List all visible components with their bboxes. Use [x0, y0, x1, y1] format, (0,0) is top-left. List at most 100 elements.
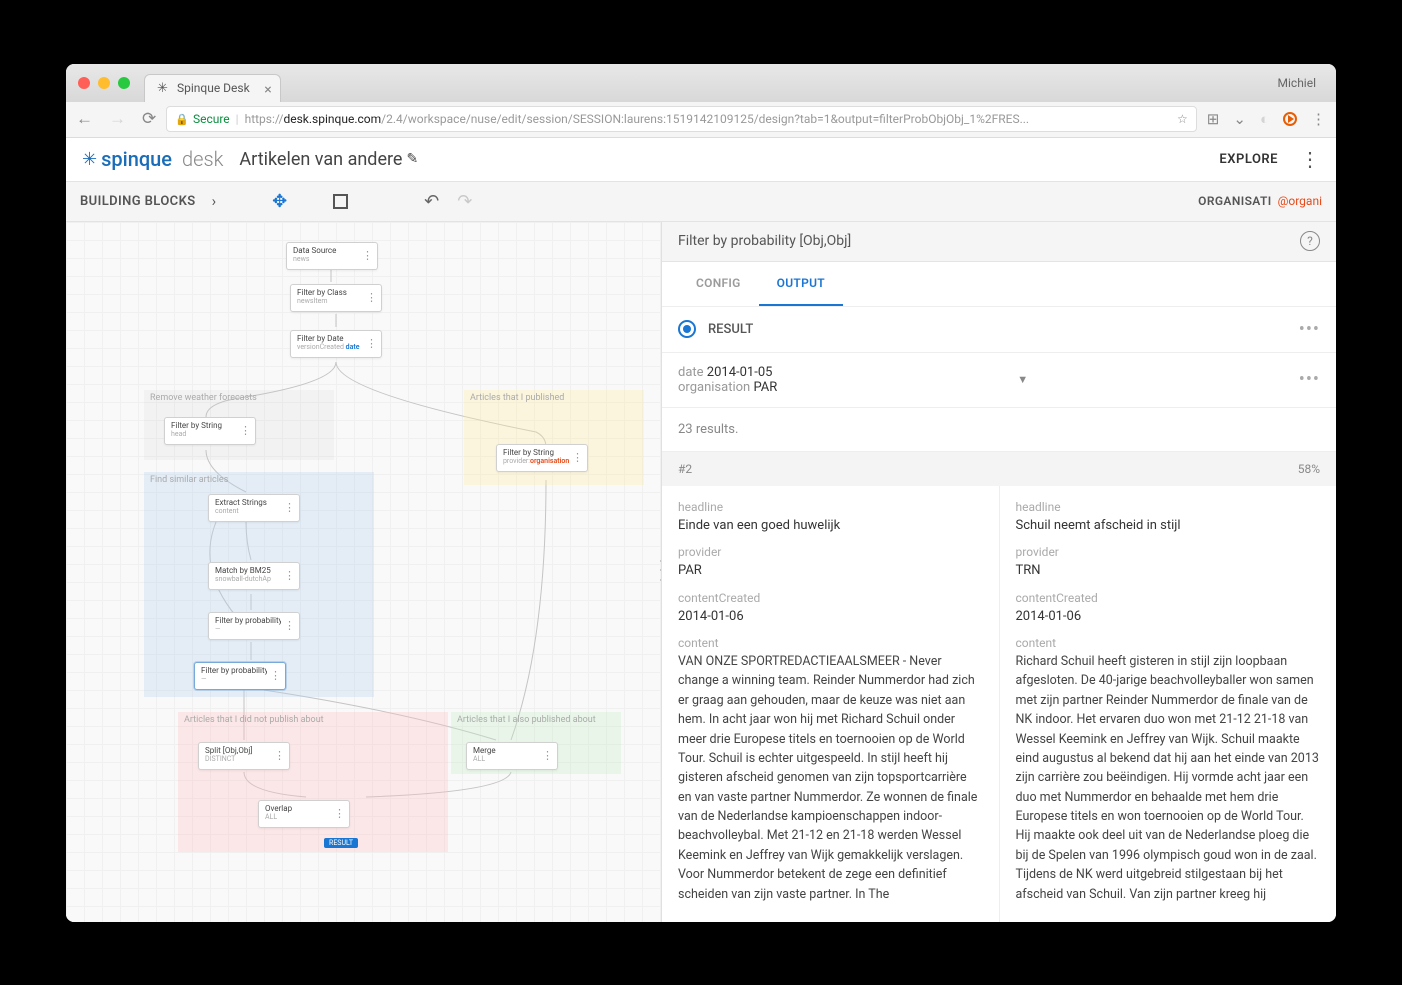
- move-tool-icon[interactable]: ✥: [272, 191, 287, 212]
- field-label: headline: [678, 500, 983, 514]
- provider-value: TRN: [1016, 561, 1321, 581]
- node-title: Filter by Class: [297, 288, 363, 297]
- node-title: Filter by probability...: [215, 616, 281, 625]
- filter-percent: 58%: [1298, 462, 1320, 476]
- node-match-bm25[interactable]: Match by BM25 snowball-dutchAp ⋮: [208, 562, 300, 590]
- node-sub: versionCreated date: [297, 343, 363, 351]
- chevron-down-icon[interactable]: ▼: [1017, 373, 1028, 386]
- mac-titlebar: ✳︎ Spinque Desk × Michiel: [66, 64, 1336, 102]
- bookmark-star-icon[interactable]: ☆: [1177, 112, 1188, 126]
- node-merge[interactable]: Merge ALL ⋮: [466, 742, 558, 770]
- param-date-key: date: [678, 365, 704, 380]
- field-label: provider: [1016, 545, 1321, 559]
- lock-icon: 🔒: [175, 113, 189, 126]
- node-sub: content: [215, 507, 281, 515]
- node-menu-icon[interactable]: ⋮: [362, 249, 373, 262]
- tab-close-icon[interactable]: ×: [264, 82, 271, 98]
- url-path: /2.4/workspace/nuse/edit/session/SESSION…: [381, 112, 1029, 126]
- node-menu-icon[interactable]: ⋮: [270, 669, 281, 682]
- field-label: provider: [678, 545, 983, 559]
- node-sub: newsItem: [297, 297, 363, 305]
- pocket-icon[interactable]: ⌄: [1233, 110, 1246, 128]
- node-menu-icon[interactable]: ⋮: [572, 451, 583, 464]
- node-data-source[interactable]: Data Source news ⋮: [286, 242, 378, 270]
- result-card: headline Einde van een goed huwelijk pro…: [662, 486, 1000, 922]
- select-tool-icon[interactable]: [333, 194, 348, 209]
- result-radio-icon[interactable]: [678, 320, 696, 338]
- help-icon[interactable]: ?: [1300, 231, 1320, 251]
- content-value: VAN ONZE SPORTREDACTIEAALSMEER - Never c…: [678, 652, 983, 904]
- profile-name[interactable]: Michiel: [1278, 76, 1324, 90]
- tab-output[interactable]: OUTPUT: [759, 262, 843, 306]
- region-label: Articles that I also published about: [457, 715, 596, 725]
- node-menu-icon[interactable]: ⋮: [542, 749, 553, 762]
- node-title: Filter by Date: [297, 334, 363, 343]
- node-filter-date[interactable]: Filter by Date versionCreated date ⋮: [290, 330, 382, 358]
- region-label: Remove weather forecasts: [150, 393, 257, 403]
- params-menu-icon[interactable]: •••: [1299, 369, 1320, 390]
- node-sub: ALL: [265, 813, 331, 821]
- redo-icon: ↷: [457, 191, 472, 212]
- extension-icon[interactable]: ⊞: [1207, 110, 1220, 128]
- browser-tab[interactable]: ✳︎ Spinque Desk ×: [144, 74, 281, 102]
- created-value: 2014-01-06: [1016, 607, 1321, 627]
- secure-label: Secure: [193, 112, 230, 126]
- resize-handle-icon[interactable]: [657, 557, 661, 585]
- undo-icon[interactable]: ↶: [424, 191, 439, 212]
- edit-icon[interactable]: ✎: [406, 151, 418, 167]
- ublock-icon[interactable]: [1283, 112, 1297, 126]
- url-scheme: https://: [245, 112, 284, 126]
- field-label: contentCreated: [1016, 591, 1321, 605]
- filter-number: #2: [678, 462, 692, 476]
- node-menu-icon[interactable]: ⋮: [366, 291, 377, 304]
- node-split[interactable]: Split [Obj,Obj] DISTINCT ⋮: [198, 742, 290, 770]
- app-menu-icon[interactable]: ⋮: [1300, 147, 1320, 171]
- explore-button[interactable]: EXPLORE: [1219, 152, 1278, 167]
- node-menu-icon[interactable]: ⋮: [240, 424, 251, 437]
- node-title: Match by BM25: [215, 566, 281, 575]
- node-overlap[interactable]: Overlap ALL ⋮: [258, 800, 350, 828]
- result-menu-icon[interactable]: •••: [1299, 319, 1320, 340]
- node-sub: —: [201, 675, 267, 683]
- result-card: headline Schuil neemt afscheid in stijl …: [1000, 486, 1337, 922]
- building-blocks-label: BUILDING BLOCKS: [80, 194, 196, 209]
- node-filter-string-head[interactable]: Filter by String head ⋮: [164, 417, 256, 445]
- panel-title: Filter by probability [Obj,Obj]: [678, 233, 851, 249]
- node-sub: head: [171, 430, 237, 438]
- minimize-window-icon[interactable]: [98, 77, 110, 89]
- reload-button[interactable]: ⟳: [142, 109, 156, 129]
- field-label: content: [1016, 636, 1321, 650]
- workspace-name: Artikelen van andere: [239, 149, 402, 170]
- param-date-value: 2014-01-05: [707, 365, 773, 380]
- region-not-published: Articles that I did not publish about: [178, 712, 448, 852]
- node-filter-string-org[interactable]: Filter by String provider:organisation ⋮: [496, 444, 588, 472]
- node-title: Filter by String: [171, 421, 237, 430]
- node-filter-prob-2[interactable]: Filter by probability... — ⋮: [194, 662, 286, 690]
- app-logo[interactable]: ✳︎ spinque desk: [82, 147, 223, 171]
- close-window-icon[interactable]: [78, 77, 90, 89]
- node-extract-strings[interactable]: Extract Strings content ⋮: [208, 494, 300, 522]
- back-button[interactable]: ←: [76, 109, 93, 129]
- node-title: Data Source: [293, 246, 359, 255]
- node-filter-class[interactable]: Filter by Class newsItem ⋮: [290, 284, 382, 312]
- node-menu-icon[interactable]: ⋮: [366, 337, 377, 350]
- node-menu-icon[interactable]: ⋮: [274, 749, 285, 762]
- app-header: ✳︎ spinque desk Artikelen van andere ✎ E…: [66, 138, 1336, 182]
- node-filter-prob-1[interactable]: Filter by probability... — ⋮: [208, 612, 300, 640]
- content-value: Richard Schuil heeft gisteren in stijl z…: [1016, 652, 1321, 904]
- param-org-key: organisation: [678, 380, 750, 395]
- node-menu-icon[interactable]: ⋮: [284, 569, 295, 582]
- node-menu-icon[interactable]: ⋮: [284, 501, 295, 514]
- url-field[interactable]: 🔒 Secure | https://desk.spinque.com/2.4/…: [166, 106, 1197, 132]
- tab-config[interactable]: CONFIG: [678, 262, 759, 306]
- browser-menu-icon[interactable]: ⋮: [1311, 110, 1326, 128]
- design-canvas[interactable]: Remove weather forecasts Articles that I…: [66, 222, 661, 922]
- region-label: Articles that I published: [470, 393, 564, 403]
- node-menu-icon[interactable]: ⋮: [334, 807, 345, 820]
- result-label: RESULT: [708, 322, 753, 337]
- maximize-window-icon[interactable]: [118, 77, 130, 89]
- chevron-right-icon[interactable]: ›: [212, 192, 217, 210]
- node-sub: provider:organisation: [503, 457, 569, 465]
- node-title: Split [Obj,Obj]: [205, 746, 271, 755]
- node-menu-icon[interactable]: ⋮: [284, 619, 295, 632]
